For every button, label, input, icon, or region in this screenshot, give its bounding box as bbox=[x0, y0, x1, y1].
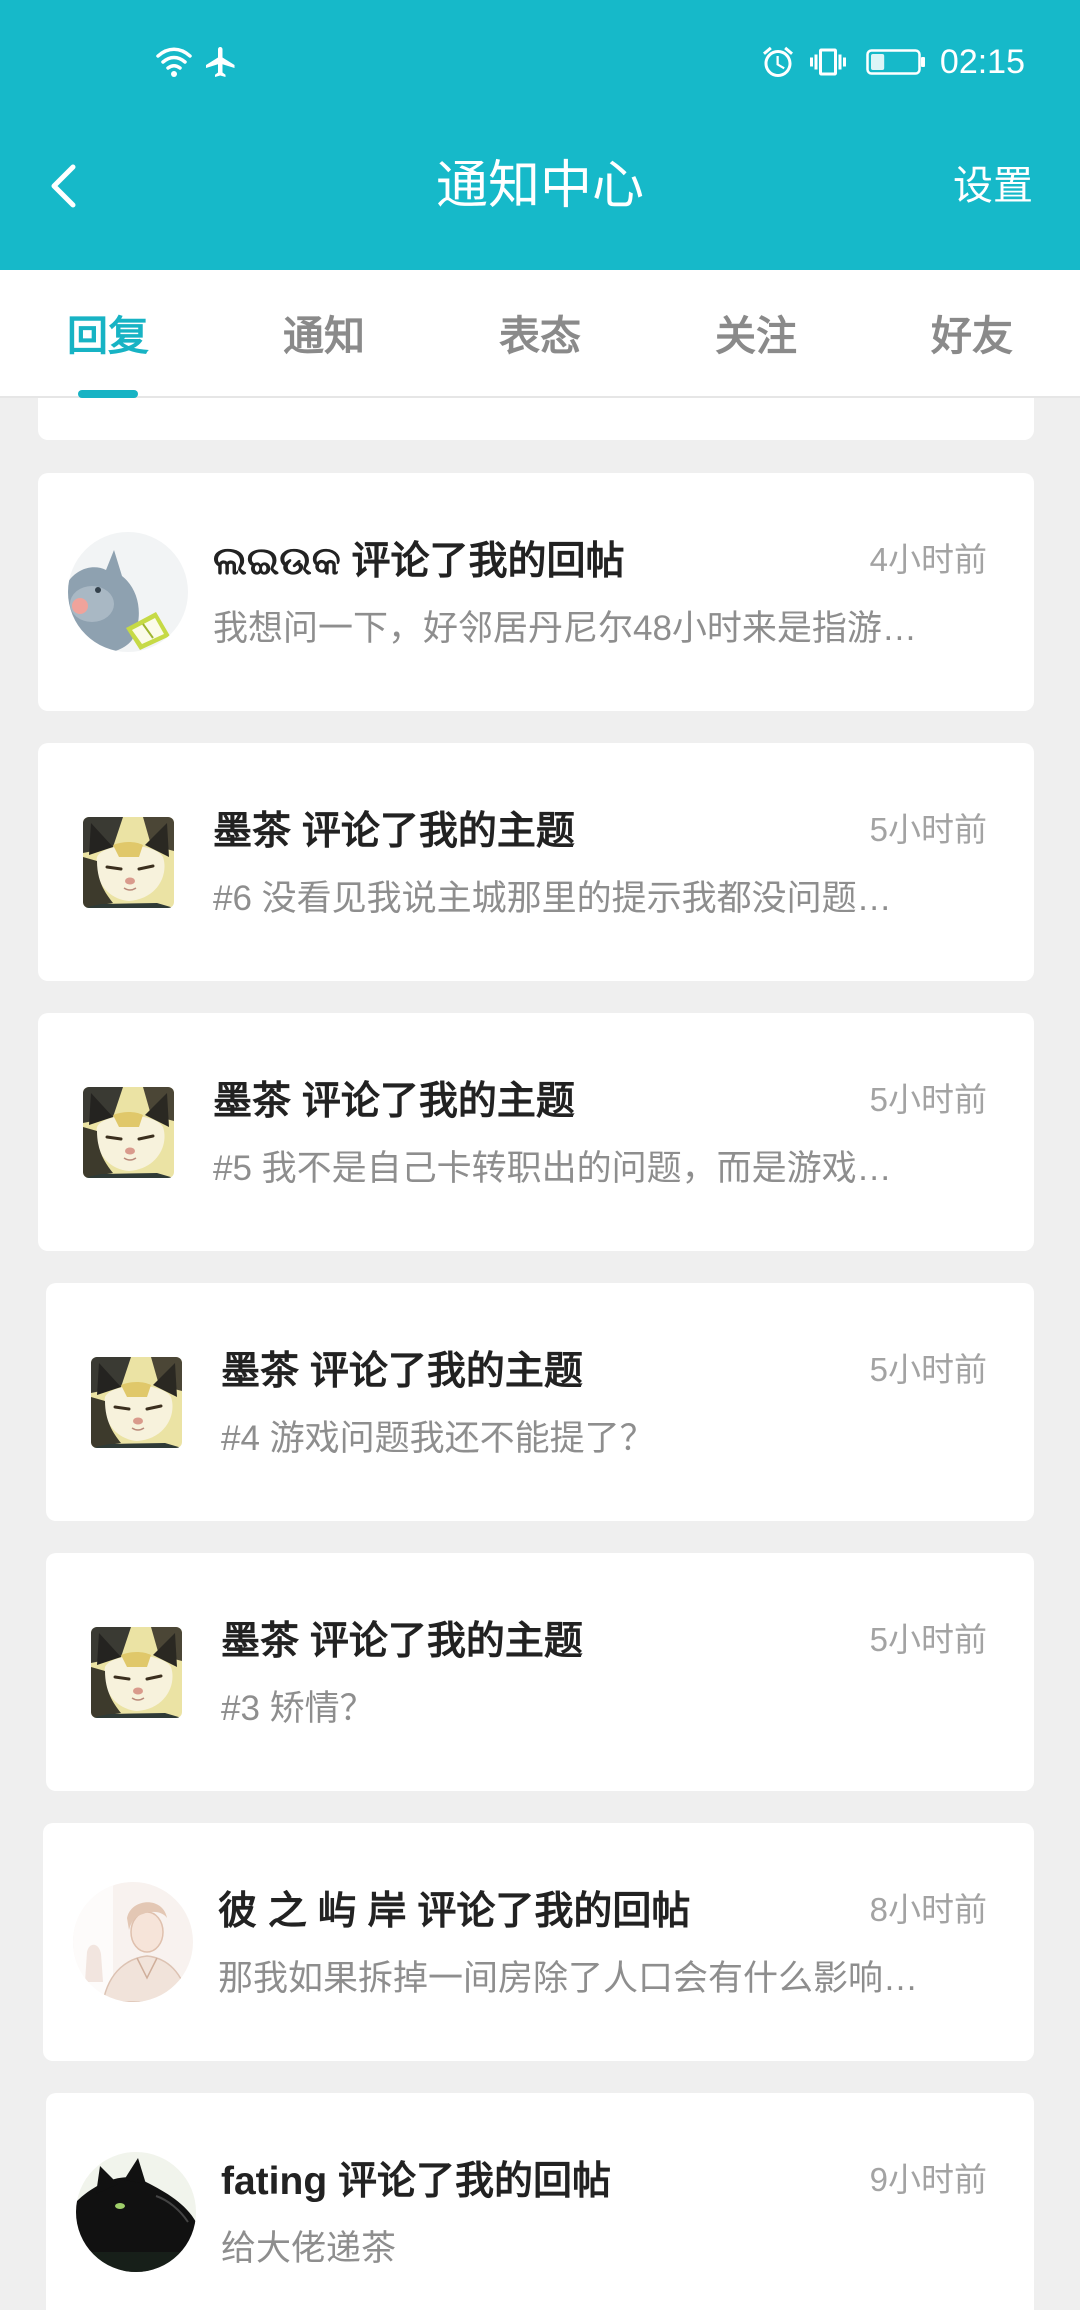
comment-preview: #6 没看见我说主城那里的提示我都没问题… bbox=[213, 879, 892, 918]
page-title: 通知中心 bbox=[435, 157, 644, 215]
notification-time: 5小时前 bbox=[869, 1621, 987, 1658]
tab-bar: 回复 通知 表态 关注 好友 bbox=[0, 270, 1080, 398]
avatar-image bbox=[82, 816, 174, 908]
commenter-name: 彼 之 屿 岸 bbox=[218, 1890, 407, 1933]
notification-time: 5小时前 bbox=[869, 1351, 987, 1388]
settings-button[interactable]: 设置 bbox=[953, 160, 1033, 212]
battery-icon bbox=[866, 49, 925, 75]
commenter-name: 墨茶 bbox=[221, 1620, 300, 1663]
notification-title: 墨茶 评论了我的主题 bbox=[213, 807, 575, 857]
notification-title: 墨茶 评论了我的主题 bbox=[221, 1347, 583, 1397]
vibrate-icon bbox=[810, 48, 846, 76]
cat-photo-avatar[interactable] bbox=[68, 802, 188, 922]
notification-card[interactable]: 墨茶 评论了我的主题 5小时前 #6 没看见我说主城那里的提示我都没问题… bbox=[38, 743, 1034, 981]
notification-title: 彼 之 屿 岸 评论了我的回帖 bbox=[218, 1887, 690, 1937]
notification-card[interactable]: 墨茶 评论了我的主题 5小时前 #4 游戏问题我还不能提了？ bbox=[46, 1283, 1034, 1521]
notification-action: 评论了我的主题 bbox=[309, 1620, 583, 1663]
notification-title: 墨茶 评论了我的主题 bbox=[221, 1617, 583, 1667]
notification-card[interactable]: fating 评论了我的回帖 9小时前 给大佬递茶 bbox=[46, 2093, 1034, 2310]
avatar-image bbox=[68, 532, 188, 652]
status-bar: 02:15 bbox=[0, 0, 1080, 110]
notification-card[interactable]: 墨茶 评论了我的主题 5小时前 #5 我不是自己卡转职出的问题，而是游戏… bbox=[38, 1013, 1034, 1251]
comment-preview: #4 游戏问题我还不能提了？ bbox=[221, 1419, 655, 1458]
airplane-mode-icon bbox=[206, 47, 235, 77]
sketch-person-avatar[interactable] bbox=[73, 1882, 193, 2002]
wifi-icon bbox=[156, 47, 192, 77]
status-time: 02:15 bbox=[939, 43, 1025, 81]
avatar-image bbox=[90, 1356, 182, 1448]
notification-time: 9小时前 bbox=[869, 2161, 987, 2198]
cat-photo-avatar[interactable] bbox=[76, 1612, 196, 1732]
cat-photo-avatar[interactable] bbox=[76, 1342, 196, 1462]
tab-notices[interactable]: 通知 bbox=[216, 270, 432, 398]
avatar-image bbox=[90, 1626, 182, 1718]
notification-action: 评论了我的回帖 bbox=[351, 540, 625, 583]
cat-photo-avatar[interactable] bbox=[68, 1072, 188, 1192]
tab-friends[interactable]: 好友 bbox=[864, 270, 1080, 398]
notification-title: ଲଇଉକ 评论了我的回帖 bbox=[213, 537, 625, 587]
active-tab-indicator bbox=[78, 390, 138, 398]
notification-title: fating 评论了我的回帖 bbox=[221, 2157, 611, 2207]
commenter-name: 墨茶 bbox=[221, 1350, 300, 1393]
tab-replies[interactable]: 回复 bbox=[0, 270, 216, 398]
notification-action: 评论了我的主题 bbox=[309, 1350, 583, 1393]
tab-label: 回复 bbox=[67, 313, 149, 359]
commenter-name: 墨茶 bbox=[213, 1080, 292, 1123]
comment-preview: #3 矫情？ bbox=[221, 1689, 375, 1728]
avatar-image bbox=[82, 1086, 174, 1178]
commenter-name: fating bbox=[221, 2160, 328, 2203]
notification-card[interactable]: 墨茶 评论了我的主题 5小时前 #3 矫情？ bbox=[46, 1553, 1034, 1791]
tab-label: 通知 bbox=[283, 313, 365, 359]
tab-follows[interactable]: 关注 bbox=[648, 270, 864, 398]
comment-preview: 那我如果拆掉一间房除了人口会有什么影响… bbox=[218, 1959, 919, 1998]
tab-label: 表态 bbox=[499, 313, 581, 359]
notification-time: 8小时前 bbox=[869, 1891, 987, 1928]
avatar-image bbox=[73, 1882, 193, 2002]
comment-preview: #5 我不是自己卡转职出的问题，而是游戏… bbox=[213, 1149, 892, 1188]
notification-title: 墨茶 评论了我的主题 bbox=[213, 1077, 575, 1127]
notification-action: 评论了我的主题 bbox=[301, 810, 575, 853]
comment-preview: 我想问一下，好邻居丹尼尔48小时来是指游… bbox=[213, 609, 917, 648]
notification-action: 评论了我的回帖 bbox=[338, 2160, 612, 2203]
commenter-name: 墨茶 bbox=[213, 810, 292, 853]
notification-time: 5小时前 bbox=[869, 1081, 987, 1118]
notification-card[interactable]: 彼 之 屿 岸 评论了我的回帖 8小时前 那我如果拆掉一间房除了人口会有什么影响… bbox=[43, 1823, 1034, 2061]
notification-list: ଲଇଉକ 评论了我的回帖 4小时前 我想问一下，好邻居丹尼尔48小时来是指游… … bbox=[0, 473, 1080, 2310]
notification-time: 4小时前 bbox=[869, 541, 987, 578]
tab-label: 关注 bbox=[715, 313, 797, 359]
avatar-image bbox=[76, 2152, 196, 2272]
notification-card[interactable]: ଲଇଉକ 评论了我的回帖 4小时前 我想问一下，好邻居丹尼尔48小时来是指游… bbox=[38, 473, 1034, 711]
comment-preview: 给大佬递茶 bbox=[221, 2229, 397, 2268]
tab-label: 好友 bbox=[931, 313, 1013, 359]
bird-cartoon-avatar[interactable] bbox=[68, 532, 188, 652]
alarm-icon bbox=[763, 46, 793, 77]
commenter-name: ଲଇଉକ bbox=[213, 540, 341, 583]
notification-time: 5小时前 bbox=[869, 811, 987, 848]
notification-action: 评论了我的回帖 bbox=[417, 1890, 691, 1933]
app-header: 02:15 通知中心 设置 bbox=[0, 0, 1080, 270]
notification-action: 评论了我的主题 bbox=[301, 1080, 575, 1123]
battery-fill bbox=[871, 54, 885, 70]
black-cat-avatar[interactable] bbox=[76, 2152, 196, 2272]
tab-reactions[interactable]: 表态 bbox=[432, 270, 648, 398]
